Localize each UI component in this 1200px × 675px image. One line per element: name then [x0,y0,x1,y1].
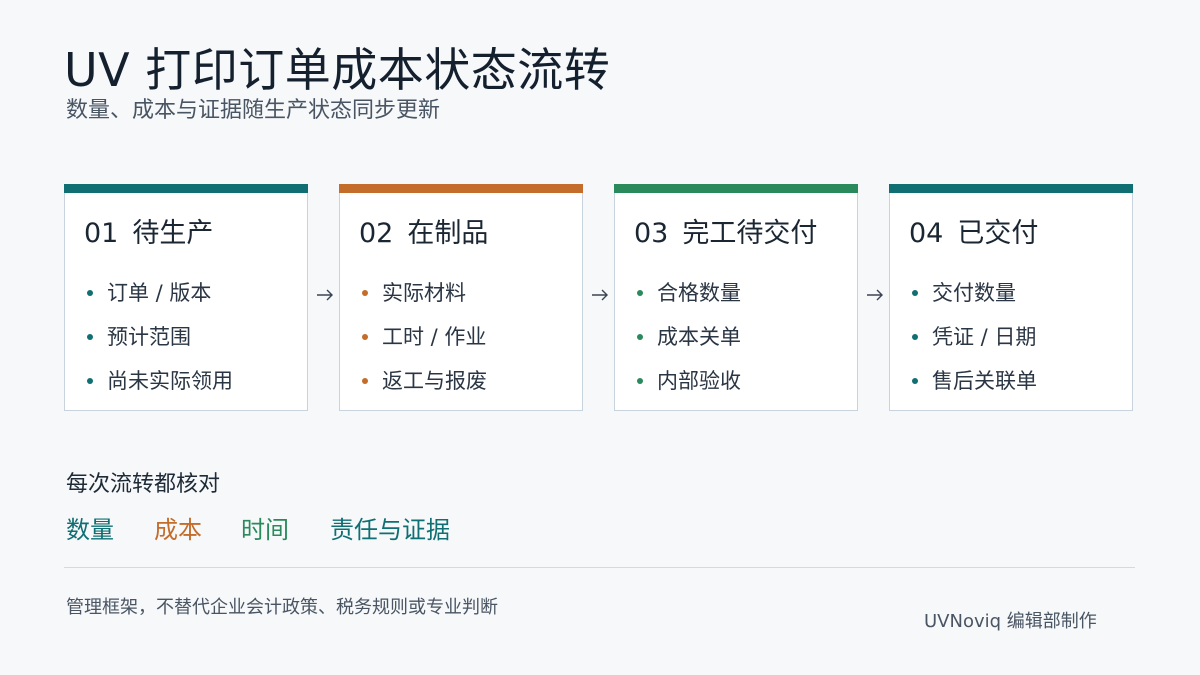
stage-name: 已交付 [957,218,1039,249]
stage-item: 交付数量 [912,271,1037,315]
stage-header: 03 完工待交付 [634,211,817,250]
bullet-dot-icon [362,378,368,384]
bullet-dot-icon [637,378,643,384]
stage-flow: 01 待生产 订单 / 版本 预计范围 尚未实际领用 02 在制品 实际材料 工时 … [64,184,1135,413]
stage-number: 04 [909,218,944,249]
stage-header: 01 待生产 [84,211,213,250]
stage-card-wip: 02 在制品 实际材料 工时 / 作业 返工与报废 [339,184,583,411]
bullet-dot-icon [912,378,918,384]
stage-card-pending: 01 待生产 订单 / 版本 预计范围 尚未实际领用 [64,184,308,411]
stage-item: 预计范围 [87,315,233,359]
footer-divider [64,567,1135,568]
arrow-right-icon [867,289,883,301]
stage-name: 在制品 [407,218,489,249]
check-heading: 每次流转都核对 [66,472,221,497]
stage-item: 售后关联单 [912,359,1037,403]
stage-color-bar [889,184,1133,193]
stage-number: 03 [634,218,669,249]
stage-item: 内部验收 [637,359,741,403]
check-item-responsibility: 责任与证据 [330,516,450,544]
stage-item: 凭证 / 日期 [912,315,1037,359]
stage-item: 工时 / 作业 [362,315,487,359]
bullet-dot-icon [912,290,918,296]
page-title: UV 打印订单成本状态流转 [64,43,611,97]
arrow-right-icon [592,289,608,301]
arrow-right-icon [317,289,333,301]
stage-color-bar [614,184,858,193]
stage-card-completed: 03 完工待交付 合格数量 成本关单 内部验收 [614,184,858,411]
bullet-dot-icon [362,290,368,296]
stage-item-list: 订单 / 版本 预计范围 尚未实际领用 [87,271,233,403]
stage-name: 完工待交付 [682,218,818,249]
bullet-dot-icon [362,334,368,340]
stage-header: 04 已交付 [909,211,1038,250]
bullet-dot-icon [637,334,643,340]
stage-number: 01 [84,218,119,249]
disclaimer-text: 管理框架，不替代企业会计政策、税务规则或专业判断 [66,597,498,618]
page-subtitle: 数量、成本与证据随生产状态同步更新 [66,98,441,123]
stage-item-list: 合格数量 成本关单 内部验收 [637,271,741,403]
check-item-quantity: 数量 [66,516,114,544]
stage-header: 02 在制品 [359,211,488,250]
stage-card-delivered: 04 已交付 交付数量 凭证 / 日期 售后关联单 [889,184,1133,411]
stage-item: 尚未实际领用 [87,359,233,403]
stage-item-list: 交付数量 凭证 / 日期 售后关联单 [912,271,1037,403]
bullet-dot-icon [637,290,643,296]
stage-item: 返工与报废 [362,359,487,403]
stage-name: 待生产 [132,218,214,249]
check-item-time: 时间 [241,516,289,544]
bullet-dot-icon [87,290,93,296]
stage-color-bar [339,184,583,193]
bullet-dot-icon [87,334,93,340]
stage-item: 合格数量 [637,271,741,315]
stage-item: 成本关单 [637,315,741,359]
brand-credit: UVNoviq 编辑部制作 [924,611,1097,632]
stage-item-list: 实际材料 工时 / 作业 返工与报废 [362,271,487,403]
stage-color-bar [64,184,308,193]
stage-number: 02 [359,218,394,249]
bullet-dot-icon [912,334,918,340]
stage-item: 实际材料 [362,271,487,315]
bullet-dot-icon [87,378,93,384]
stage-item: 订单 / 版本 [87,271,233,315]
check-item-cost: 成本 [154,516,202,544]
